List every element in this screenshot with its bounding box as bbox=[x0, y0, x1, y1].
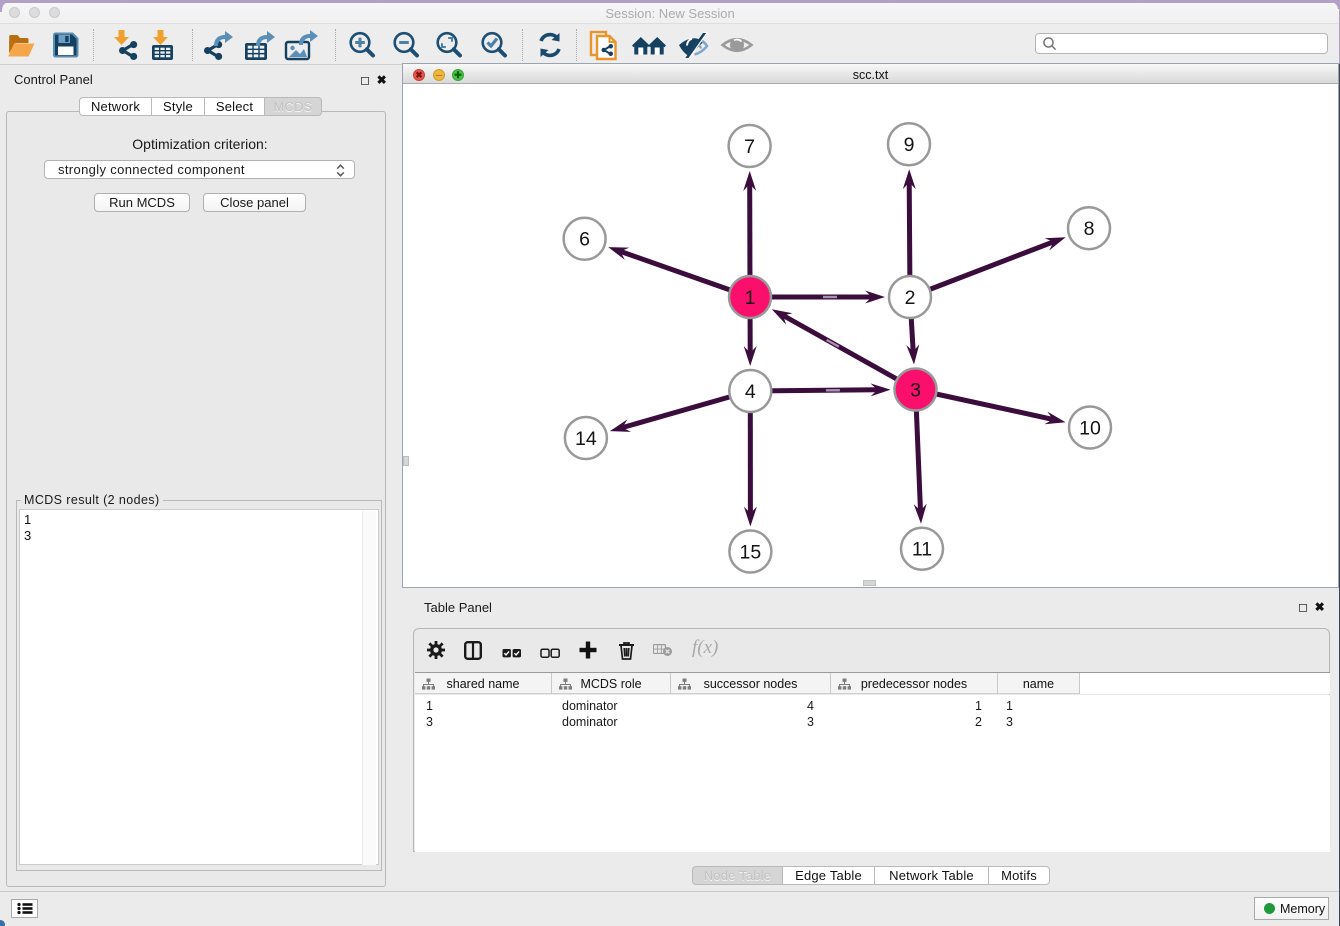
svg-text:1: 1 bbox=[745, 287, 756, 309]
svg-text:14: 14 bbox=[575, 428, 597, 450]
svg-text:4: 4 bbox=[745, 381, 756, 403]
svg-text:10: 10 bbox=[1079, 417, 1101, 439]
svg-text:9: 9 bbox=[904, 134, 915, 156]
svg-text:6: 6 bbox=[579, 229, 590, 251]
svg-text:11: 11 bbox=[912, 539, 932, 561]
svg-text:2: 2 bbox=[905, 287, 916, 309]
svg-text:7: 7 bbox=[744, 136, 755, 158]
svg-text:15: 15 bbox=[740, 541, 762, 563]
svg-text:3: 3 bbox=[910, 379, 921, 401]
svg-text:8: 8 bbox=[1084, 218, 1095, 240]
